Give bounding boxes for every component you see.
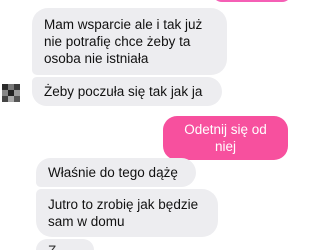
pixelated-avatar-icon[interactable] <box>2 84 20 102</box>
previous-outgoing-message-bubble[interactable] <box>212 0 292 2</box>
outgoing-message-1[interactable]: Odetnij się od niej <box>163 116 288 160</box>
chat-thread: Mam wsparcie ale i tak już nie potrafię … <box>0 0 300 250</box>
incoming-message-1[interactable]: Mam wsparcie ale i tak już nie potrafię … <box>32 8 227 75</box>
incoming-message-4[interactable]: Jutro to zrobię jak będzie sam w domu <box>36 189 218 237</box>
incoming-message-2[interactable]: Żeby poczuła się tak jak ja <box>32 77 222 106</box>
incoming-message-3[interactable]: Właśnie do tego dążę <box>36 158 196 187</box>
incoming-message-5[interactable]: Z rana <box>36 239 94 250</box>
